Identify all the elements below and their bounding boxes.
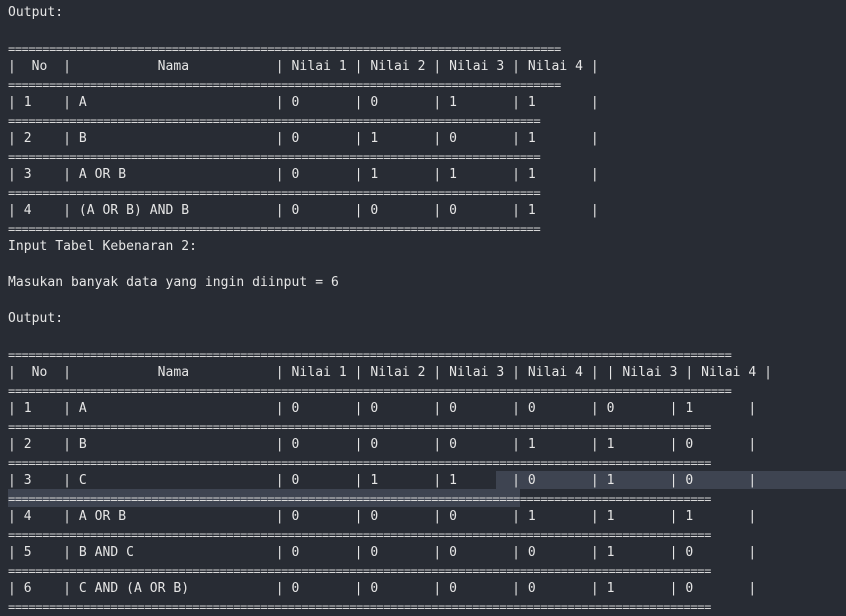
table-row: | 4 | A OR B | 0 | 0 | 0 | 1 | 1 | 1 | bbox=[8, 509, 757, 524]
table-row: | 4 | (A OR B) AND B | 0 | 0 | 0 | 1 | bbox=[8, 203, 599, 218]
separator-line: ========================================… bbox=[8, 114, 541, 128]
separator-line: ========================================… bbox=[8, 492, 711, 506]
separator-line: ========================================… bbox=[8, 150, 541, 164]
output-line: Masukan banyak data yang ingin diinput =… bbox=[8, 275, 339, 290]
separator-line: ========================================… bbox=[8, 42, 561, 56]
table-row: | 2 | B | 0 | 1 | 0 | 1 | bbox=[8, 131, 599, 146]
table-row: | 5 | B AND C | 0 | 0 | 0 | 0 | 1 | 0 | bbox=[8, 545, 757, 560]
separator-line: ========================================… bbox=[8, 564, 711, 578]
output-line: Input Tabel Kebenaran 2: bbox=[8, 239, 198, 254]
table-row: | 1 | A | 0 | 0 | 0 | 0 | 0 | 1 | bbox=[8, 401, 757, 416]
separator-line: ========================================… bbox=[8, 420, 711, 434]
table-row: | 3 | C | 0 | 1 | 1 | 0 | 1 | 0 | bbox=[8, 473, 757, 488]
table-row: | 1 | A | 0 | 0 | 1 | 1 | bbox=[8, 95, 599, 110]
table-row: | 2 | B | 0 | 0 | 0 | 1 | 1 | 0 | bbox=[8, 437, 757, 452]
table-row: | No | Nama | Nilai 1 | Nilai 2 | Nilai … bbox=[8, 59, 599, 74]
separator-line: ========================================… bbox=[8, 600, 711, 614]
separator-line: ========================================… bbox=[8, 384, 732, 398]
separator-line: ========================================… bbox=[8, 528, 711, 542]
output-line: Output: bbox=[8, 5, 64, 20]
separator-line: ========================================… bbox=[8, 456, 711, 470]
separator-line: ========================================… bbox=[8, 186, 541, 200]
separator-line: ========================================… bbox=[8, 78, 561, 92]
table-row: | 6 | C AND (A OR B) | 0 | 0 | 0 | 0 | 1… bbox=[8, 581, 757, 596]
table-row: | No | Nama | Nilai 1 | Nilai 2 | Nilai … bbox=[8, 365, 773, 380]
separator-line: ========================================… bbox=[8, 222, 541, 236]
table-row: | 3 | A OR B | 0 | 1 | 1 | 1 | bbox=[8, 167, 599, 182]
separator-line: ========================================… bbox=[8, 348, 732, 362]
output-line: Output: bbox=[8, 311, 64, 326]
